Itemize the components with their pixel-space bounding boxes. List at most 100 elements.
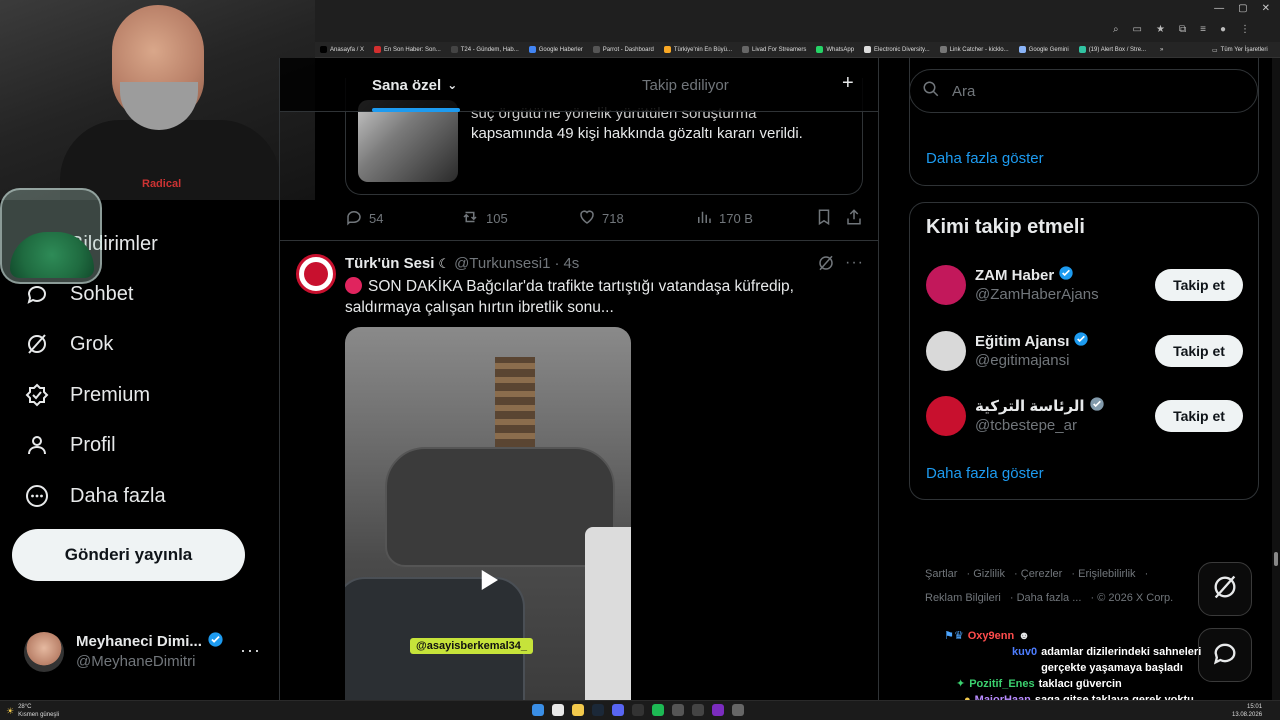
- add-tab-icon[interactable]: +: [842, 72, 854, 95]
- bookmark-item[interactable]: (19) Alert Box / Stre...: [1078, 46, 1146, 53]
- emote-icon: ☻: [1018, 630, 1030, 642]
- nav-grok[interactable]: Grok: [24, 324, 113, 364]
- chrome-icon[interactable]: [552, 704, 564, 716]
- bookmark-item[interactable]: Google Haberler: [528, 46, 583, 53]
- profile-icon[interactable]: ●: [1220, 24, 1226, 35]
- file-explorer-icon[interactable]: [572, 704, 584, 716]
- obs-icon[interactable]: [732, 704, 744, 716]
- menu-icon[interactable]: ≡: [1200, 24, 1206, 35]
- all-bookmarks[interactable]: ▭ Tüm Yer İşaretleri: [1212, 42, 1268, 58]
- spotify-icon[interactable]: [652, 704, 664, 716]
- verified-badge-icon: [1058, 265, 1074, 285]
- avatar[interactable]: [926, 265, 966, 305]
- footer-link[interactable]: Şartlar: [925, 568, 957, 580]
- grok-fab[interactable]: [1198, 562, 1252, 616]
- extensions-icon[interactable]: ⧉: [1179, 24, 1186, 35]
- verified-badge-icon: [1073, 331, 1089, 351]
- follow-button[interactable]: Takip et: [1155, 269, 1243, 301]
- bookmark-item[interactable]: Anasayfa / X: [320, 46, 364, 53]
- maximize-icon[interactable]: ▢: [1238, 3, 1247, 14]
- taskbar-apps: [532, 704, 744, 716]
- cast-icon[interactable]: ▭: [1133, 24, 1142, 35]
- tab-for-you[interactable]: Sana özel ⌄: [372, 58, 457, 112]
- post-button[interactable]: Gönderi yayınla: [12, 529, 245, 581]
- follow-button[interactable]: Takip et: [1155, 335, 1243, 367]
- avatar[interactable]: [926, 331, 966, 371]
- footer-link[interactable]: Çerezler: [1021, 568, 1063, 580]
- share-icon: [845, 208, 863, 229]
- star-icon[interactable]: ★: [1156, 24, 1165, 35]
- share-button[interactable]: [845, 208, 863, 229]
- account-switcher[interactable]: Meyhaneci Dimi... @MeyhaneDimitri ···: [24, 630, 274, 674]
- bookmark-item[interactable]: Google Gemini: [1018, 46, 1069, 53]
- scrollbar-thumb[interactable]: [1274, 552, 1278, 566]
- stream-app-icon[interactable]: [712, 704, 724, 716]
- show-more-link[interactable]: Daha fazla göster: [926, 150, 1044, 167]
- bookmark-favicon-icon: [742, 46, 749, 53]
- suggestion-row[interactable]: Eğitim Ajansı @egitimajansi Takip et: [926, 327, 1246, 375]
- follow-button[interactable]: Takip et: [1155, 400, 1243, 432]
- minimize-icon[interactable]: —: [1214, 3, 1224, 14]
- chat-message: kuv0 adamlar dizilerindeki sahneleri ger…: [944, 644, 1244, 676]
- reply-button[interactable]: 54: [345, 208, 383, 229]
- start-icon[interactable]: [532, 704, 544, 716]
- nav-more[interactable]: Daha fazla: [24, 476, 166, 516]
- post-timestamp[interactable]: 4s: [563, 255, 579, 272]
- bookmark-item[interactable]: T24 - Gündem, Hab...: [450, 46, 519, 53]
- grok-icon: [24, 331, 50, 357]
- avatar[interactable]: [926, 396, 966, 436]
- discord-icon[interactable]: [612, 704, 624, 716]
- repost-button[interactable]: 105: [460, 208, 508, 229]
- bookmark-item[interactable]: Livad For Streamers: [742, 46, 806, 53]
- search-icon[interactable]: ⌕: [1113, 24, 1119, 35]
- close-icon[interactable]: ✕: [1262, 3, 1270, 14]
- app-icon[interactable]: [632, 704, 644, 716]
- copyright: © 2026 X Corp.: [1097, 592, 1174, 604]
- bookmark-item[interactable]: Türkiye'nin En Büyü...: [663, 46, 732, 53]
- bookmarks-overflow-button[interactable]: »: [1160, 47, 1163, 53]
- app-icon[interactable]: [692, 704, 704, 716]
- nav-premium[interactable]: Premium: [24, 375, 150, 415]
- weather-widget[interactable]: ☀ 28°C Kısmen güneşli: [6, 703, 59, 719]
- nav-label: Daha fazla: [70, 484, 166, 507]
- like-button[interactable]: 718: [578, 208, 624, 229]
- suggestion-row[interactable]: الرئاسة التركية @tcbestepe_ar Takip et: [926, 392, 1246, 440]
- more-circle-icon: [24, 483, 50, 509]
- footer-link[interactable]: Gizlilik: [973, 568, 1005, 580]
- chat-text: adamlar dizilerindeki sahneleri gerçekte…: [1041, 646, 1202, 674]
- stream-chat-overlay: ⚑♛ Oxy9enn ☻ kuv0 adamlar dizilerindeki …: [944, 628, 1244, 708]
- post-author-avatar[interactable]: [296, 254, 336, 294]
- bookmark-item[interactable]: Parrot - Dashboard: [592, 46, 654, 53]
- kebab-menu-icon[interactable]: ⋮: [1240, 24, 1250, 35]
- epic-games-icon[interactable]: [672, 704, 684, 716]
- nav-profile[interactable]: Profil: [24, 425, 116, 465]
- bookmark-item[interactable]: Electronic Diversity...: [864, 46, 930, 53]
- tab-following[interactable]: Takip ediliyor: [642, 58, 729, 112]
- suggestion-name: الرئاسة التركية: [975, 396, 1105, 416]
- post-author-handle[interactable]: @Turkunsesi1: [454, 255, 550, 272]
- grok-icon[interactable]: [817, 254, 835, 277]
- post-video[interactable]: @asayisberkemal34_: [345, 327, 631, 720]
- system-clock[interactable]: 15:01 13.08.2026: [1232, 703, 1262, 719]
- bookmark-favicon-icon: [816, 46, 824, 53]
- account-more-icon[interactable]: ···: [240, 640, 261, 661]
- window-controls[interactable]: — ▢ ✕: [1214, 3, 1270, 14]
- footer-link[interactable]: Daha fazla ...: [1017, 592, 1082, 604]
- bookmark-item[interactable]: En Son Haber: Son...: [374, 46, 441, 53]
- page-scrollbar[interactable]: [1272, 58, 1280, 700]
- footer-link[interactable]: Reklam Bilgileri: [925, 592, 1001, 604]
- post-author-name[interactable]: Türk'ün Sesi: [345, 255, 434, 272]
- bookmark-item[interactable]: Link Catcher - kicklo...: [939, 46, 1009, 53]
- play-icon[interactable]: [466, 558, 510, 602]
- quoted-post-image[interactable]: [358, 100, 458, 182]
- views-button[interactable]: 170 B: [695, 208, 753, 229]
- post-more-icon[interactable]: ···: [845, 254, 864, 272]
- show-more-link[interactable]: Daha fazla göster: [926, 465, 1044, 482]
- bookmark-button[interactable]: [815, 208, 833, 229]
- timeline[interactable]: suç örgütü'ne yönelik yürütülen soruştur…: [279, 58, 879, 720]
- steam-icon[interactable]: [592, 704, 604, 716]
- search-input[interactable]: Ara: [909, 69, 1258, 113]
- footer-link[interactable]: Erişilebilirlik: [1078, 568, 1135, 580]
- bookmark-item[interactable]: WhatsApp: [816, 46, 854, 53]
- suggestion-row[interactable]: ZAM Haber @ZamHaberAjans Takip et: [926, 261, 1246, 309]
